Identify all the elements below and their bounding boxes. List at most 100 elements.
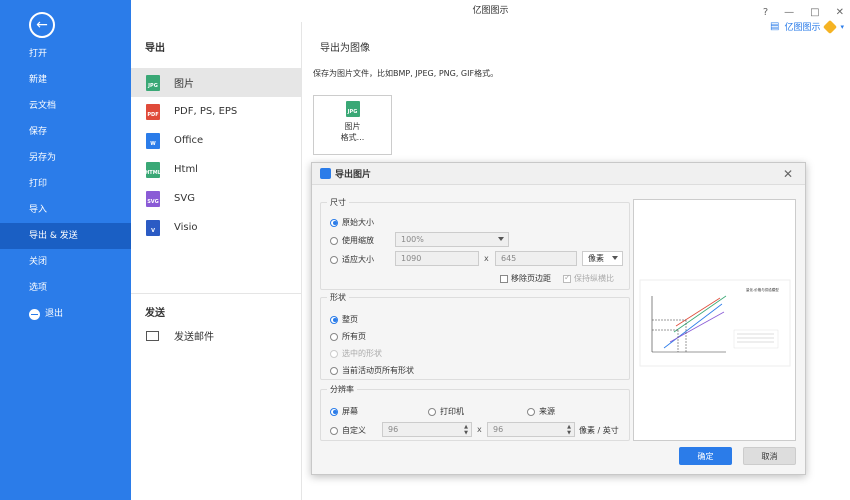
sidebar-item-save[interactable]: 保存 [0,119,131,145]
keep-ratio-checkbox[interactable]: 保持纵横比 [563,273,614,284]
sidebar-item-label: 保存 [29,127,48,137]
checkbox-icon [563,273,571,283]
export-item-pdf[interactable]: PDF PDF, PS, EPS [131,97,301,126]
export-item-label: PDF, PS, EPS [174,106,238,117]
main-title: 导出为图像 [320,43,370,54]
dpi-y-input[interactable]: 96 ▲ ▼ [487,422,575,437]
spinner-icon[interactable]: ▲ ▼ [464,424,468,436]
radio-icon [330,332,338,341]
export-item-label: Html [174,164,198,175]
height-input[interactable]: 645 [495,251,577,266]
remove-margin-checkbox[interactable]: 移除页边距 [500,273,551,284]
sidebar-item-exit[interactable]: 退出 [0,301,131,327]
sidebar-item-save-as[interactable]: 另存为 [0,145,131,171]
radio-printer[interactable]: 打印机 [428,406,464,417]
checkbox-icon [500,274,508,283]
export-item-office[interactable]: W Office [131,126,301,155]
sidebar-item-label: 云文档 [29,101,57,111]
sidebar-menu: 打开 新建 云文档 保存 另存为 打印 导入 导出 & 发送 关闭 选项 退出 [0,41,131,327]
radio-icon [527,407,535,416]
divider [131,293,302,294]
radio-label: 选中的形状 [342,349,382,358]
spinner-icon[interactable]: ▲ ▼ [567,424,571,436]
help-icon[interactable]: ? [763,2,768,24]
radio-selected-shapes[interactable]: 选中的形状 [330,348,382,359]
vip-diamond-icon [823,19,838,34]
brand-account[interactable]: ▤ 亿图图示 ▾ [770,19,844,34]
dpi-y-value: 96 [493,425,504,434]
send-email-item[interactable]: 发送邮件 [146,328,214,343]
send-section-title: 发送 [145,308,165,319]
preview-title: 量化-价格与供给模型 [746,287,779,292]
sidebar-item-cloud[interactable]: 云文档 [0,93,131,119]
chevron-down-icon [612,256,618,260]
dialog-close-icon[interactable]: ✕ [783,167,793,181]
pdf-file-icon: PDF [146,103,160,120]
radio-original-size[interactable]: 原始大小 [330,217,374,228]
radio-label: 原始大小 [342,218,374,227]
dpi-x-input[interactable]: 96 ▲ ▼ [382,422,472,437]
zoom-select[interactable]: 100% [395,232,509,247]
sidebar-item-new[interactable]: 新建 [0,67,131,93]
preview-legend [733,329,779,349]
height-value: 645 [501,254,517,263]
radio-icon [330,236,338,245]
checkbox-label: 移除页边距 [511,274,551,283]
shape-legend: 形状 [330,293,346,302]
dpi-x-value: 96 [388,425,399,434]
brand-label: 亿图图示 [784,23,821,33]
sidebar-item-close[interactable]: 关闭 [0,249,131,275]
unit-select[interactable]: 像素 [582,251,623,266]
export-item-html[interactable]: HTML Html [131,155,301,184]
title-bar: 亿图图示 ? — □ ✕ [131,0,850,22]
preview-thumbnail: 量化-价格与供给模型 [639,279,791,367]
html-file-icon: HTML [145,161,161,178]
radio-label: 打印机 [440,407,464,416]
radio-screen[interactable]: 屏幕 [330,406,358,417]
svg-file-icon: SVG [146,190,160,207]
export-item-svg[interactable]: SVG SVG [131,184,301,213]
times-sign: x [477,425,482,434]
radio-fit-size[interactable]: 适应大小 [330,254,374,265]
sidebar-item-label: 退出 [45,309,64,319]
back-arrow-icon[interactable]: ← [29,12,55,38]
exit-icon [29,308,40,320]
ok-button[interactable]: 确定 [679,447,732,465]
radio-custom[interactable]: 自定义 [330,425,366,436]
radio-label: 适应大小 [342,255,374,264]
radio-whole-page[interactable]: 整页 [330,314,358,325]
checkbox-label: 保持纵横比 [574,274,614,283]
radio-icon [330,366,338,375]
radio-current-page-shapes[interactable]: 当前活动页所有形状 [330,365,414,376]
radio-source[interactable]: 来源 [527,406,555,417]
radio-icon [330,315,338,324]
radio-icon [330,407,338,416]
sidebar-item-import[interactable]: 导入 [0,197,131,223]
sidebar-item-options[interactable]: 选项 [0,275,131,301]
radio-all-pages[interactable]: 所有页 [330,331,366,342]
export-panel: 导出 JPG 图片 PDF PDF, PS, EPS W Office HTML… [131,22,302,500]
dropdown-icon[interactable]: ▾ [840,23,844,31]
width-input[interactable]: 1090 [395,251,479,266]
dpi-unit-label: 像素 / 英寸 [579,426,619,435]
sidebar-item-export-send[interactable]: 导出 & 发送 [0,223,131,249]
cancel-button[interactable]: 取消 [743,447,796,465]
jpg-file-icon: JPG [146,74,160,91]
sidebar-item-open[interactable]: 打开 [0,41,131,67]
dialog-title: 导出图片 [335,170,372,180]
export-item-visio[interactable]: V Visio [131,213,301,242]
export-item-label: Visio [174,222,198,233]
sidebar-item-label: 打开 [29,49,48,59]
radio-label: 屏幕 [342,407,358,416]
comment-icon[interactable]: ▤ [770,21,779,32]
radio-icon [428,407,436,416]
resolution-legend: 分辨率 [330,385,354,394]
export-item-image[interactable]: JPG 图片 [131,68,301,97]
window-title: 亿图图示 [472,6,509,16]
sidebar-item-print[interactable]: 打印 [0,171,131,197]
width-value: 1090 [401,254,422,263]
sidebar-item-label: 导入 [29,205,48,215]
sidebar-item-label: 新建 [29,75,48,85]
image-format-card[interactable]: JPG 图片 格式... [313,95,392,155]
radio-use-zoom[interactable]: 使用缩放 [330,235,374,246]
